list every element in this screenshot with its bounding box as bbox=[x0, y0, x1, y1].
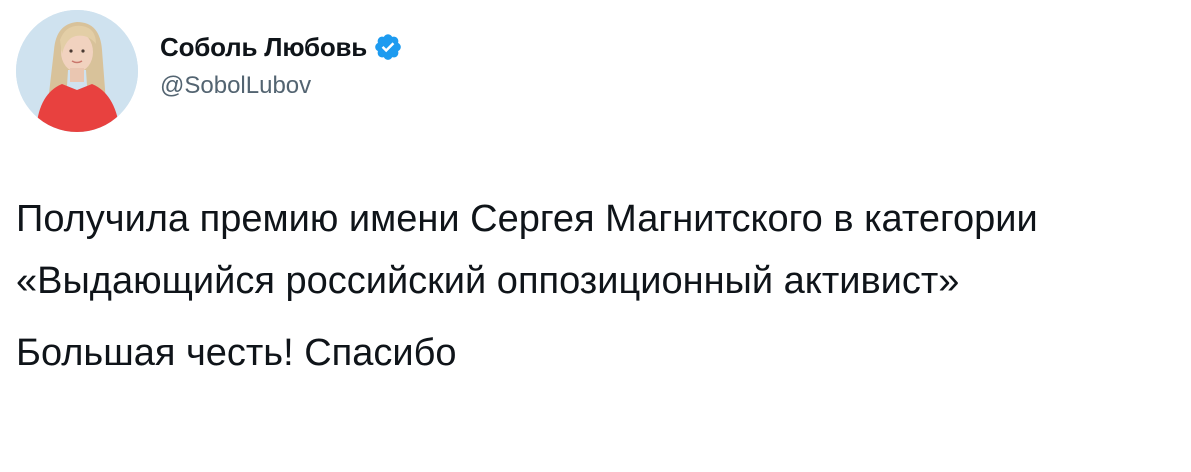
author-avatar[interactable] bbox=[16, 10, 138, 132]
verified-badge-icon bbox=[373, 32, 403, 62]
author-display-name[interactable]: Соболь Любовь bbox=[160, 32, 367, 63]
author-handle[interactable]: @SobolLubov bbox=[160, 72, 311, 100]
avatar-photo-icon bbox=[16, 10, 138, 132]
tweet-card: Соболь Любовь @SobolLubov Получила преми… bbox=[0, 0, 1191, 472]
tweet-paragraph: Большая честь! Спасибо bbox=[16, 332, 457, 374]
tweet-paragraph: Получила премию имени Сергея Магнитского… bbox=[16, 198, 1038, 302]
author-name-row[interactable]: Соболь Любовь bbox=[160, 30, 403, 64]
tweet-body: Получила премию имени Сергея Магнитского… bbox=[16, 188, 1181, 384]
